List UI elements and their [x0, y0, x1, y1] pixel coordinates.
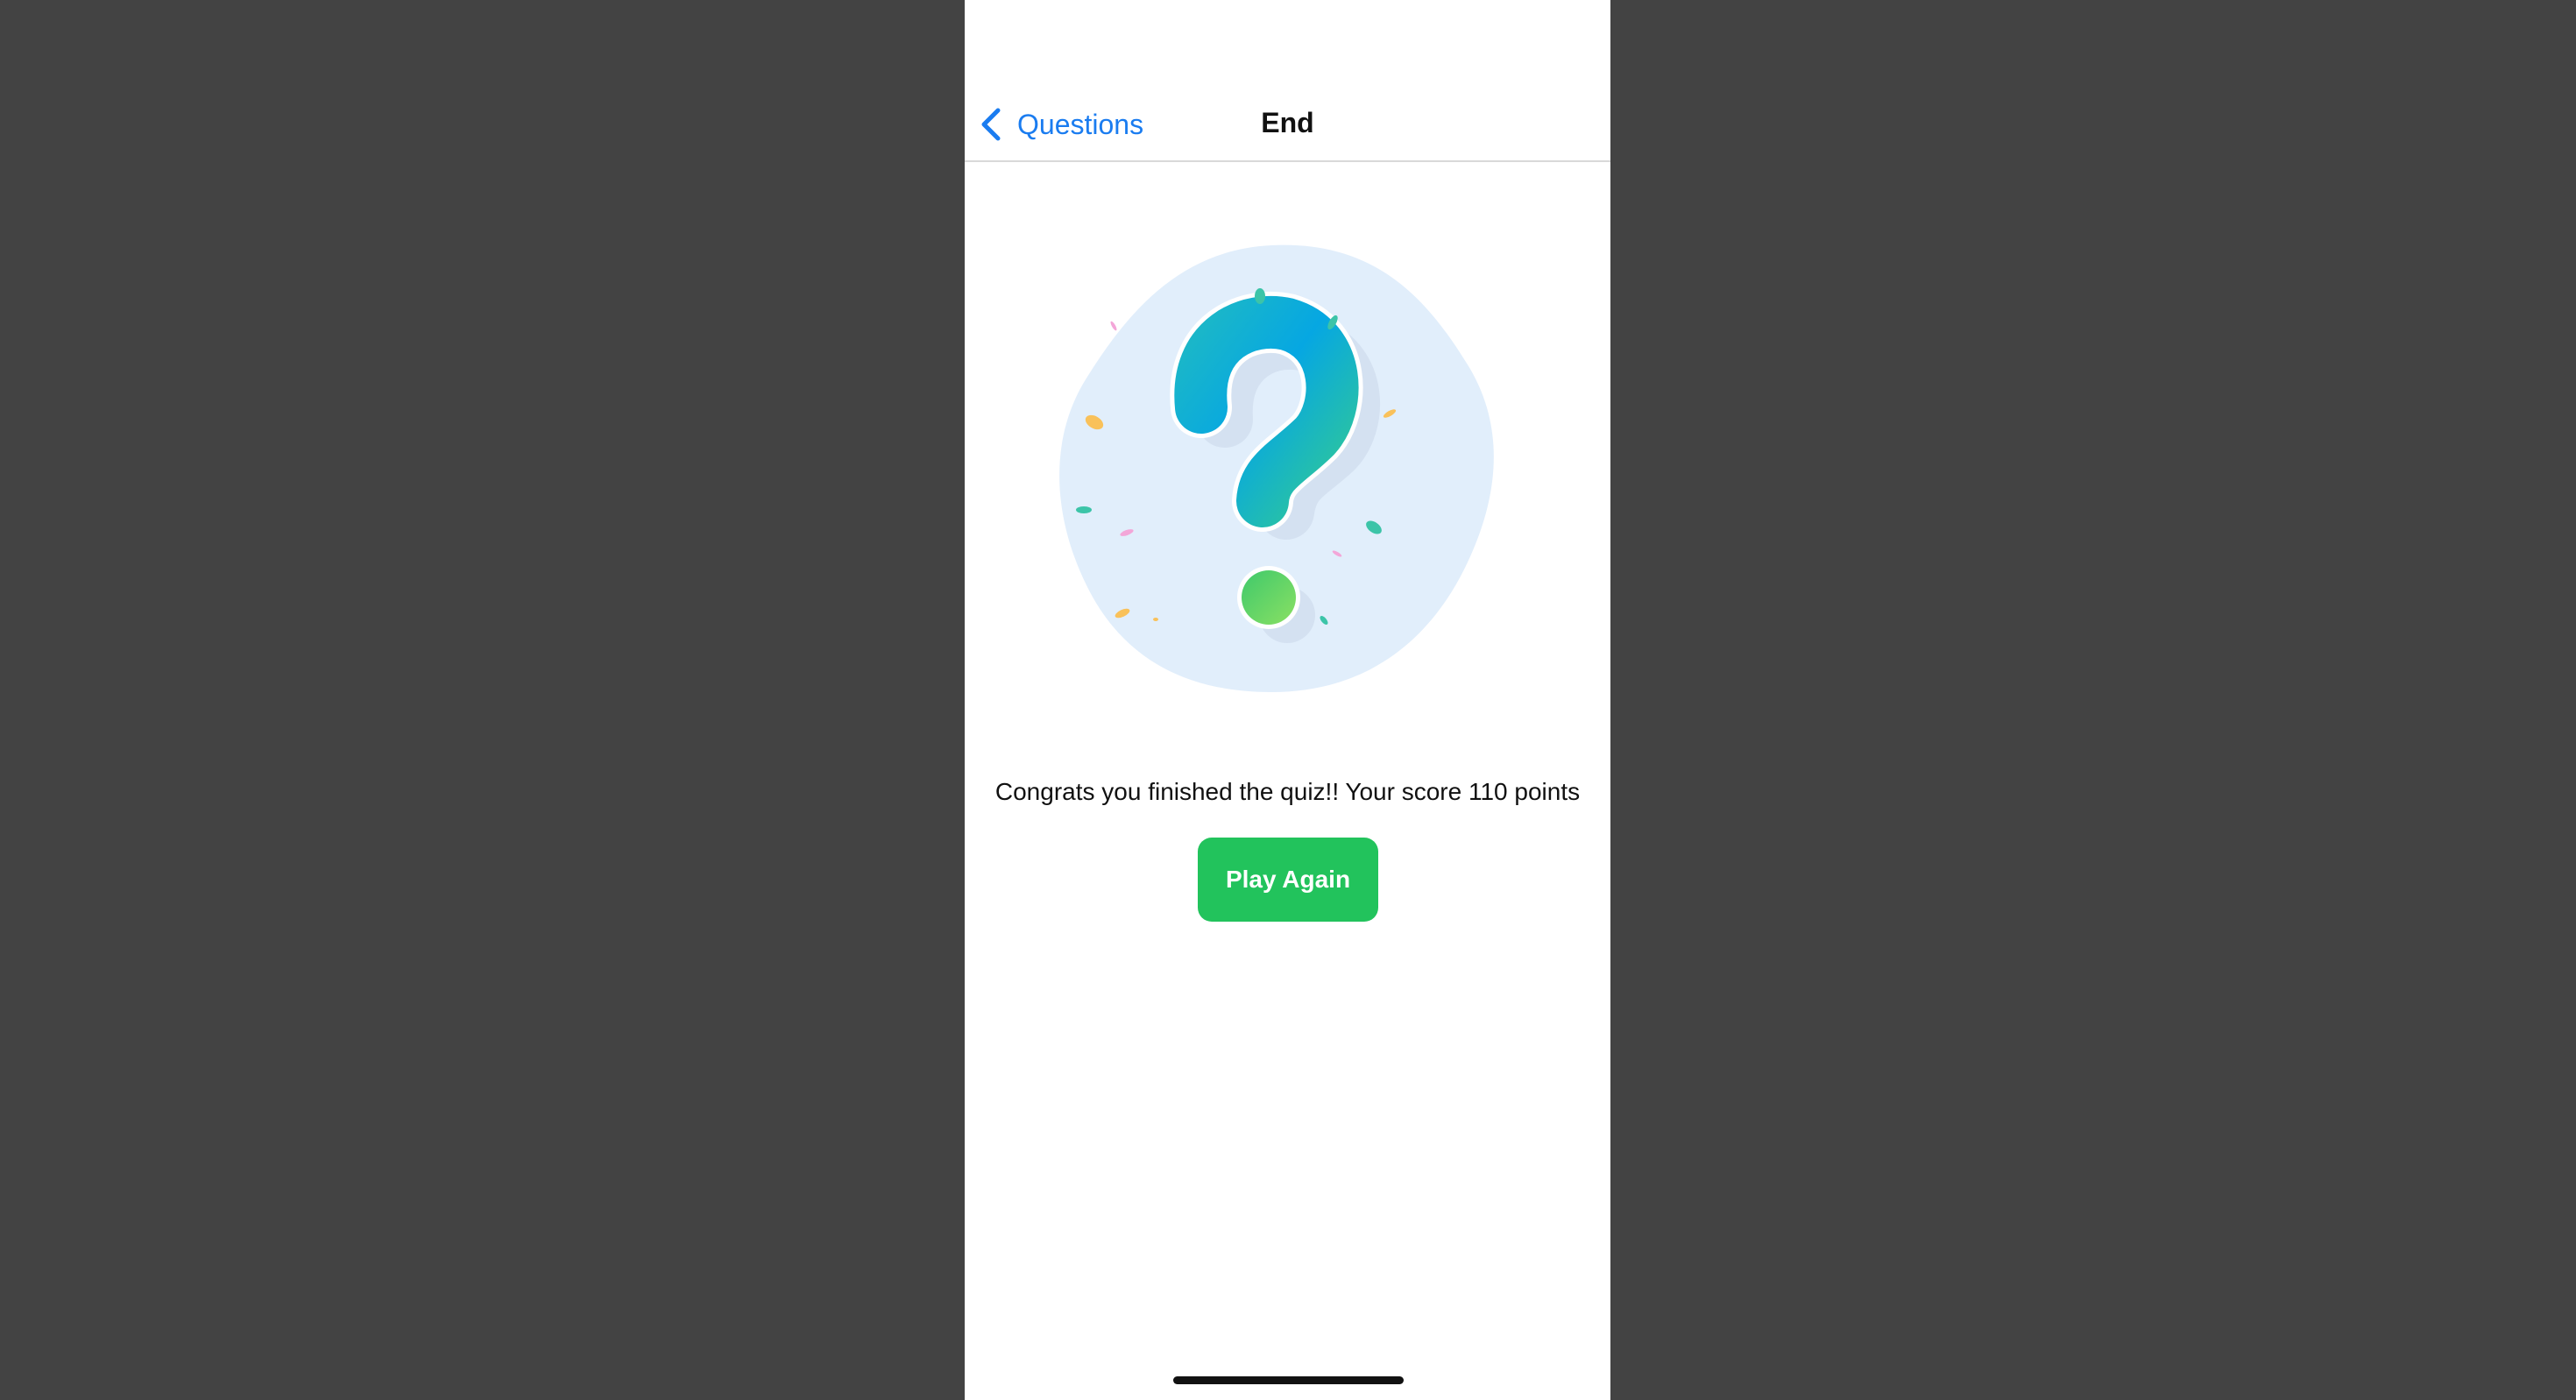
score-message: Congrats you finished the quiz!! Your sc… — [994, 778, 1581, 805]
navigation-bar: Questions End — [965, 0, 1610, 162]
question-mark-illustration — [1059, 244, 1494, 692]
play-again-button[interactable]: Play Again — [1198, 838, 1378, 922]
home-indicator[interactable] — [1173, 1376, 1404, 1384]
page-title: End — [1261, 107, 1314, 138]
phone-screen: Questions End Congrats you finished the … — [965, 0, 1610, 1400]
